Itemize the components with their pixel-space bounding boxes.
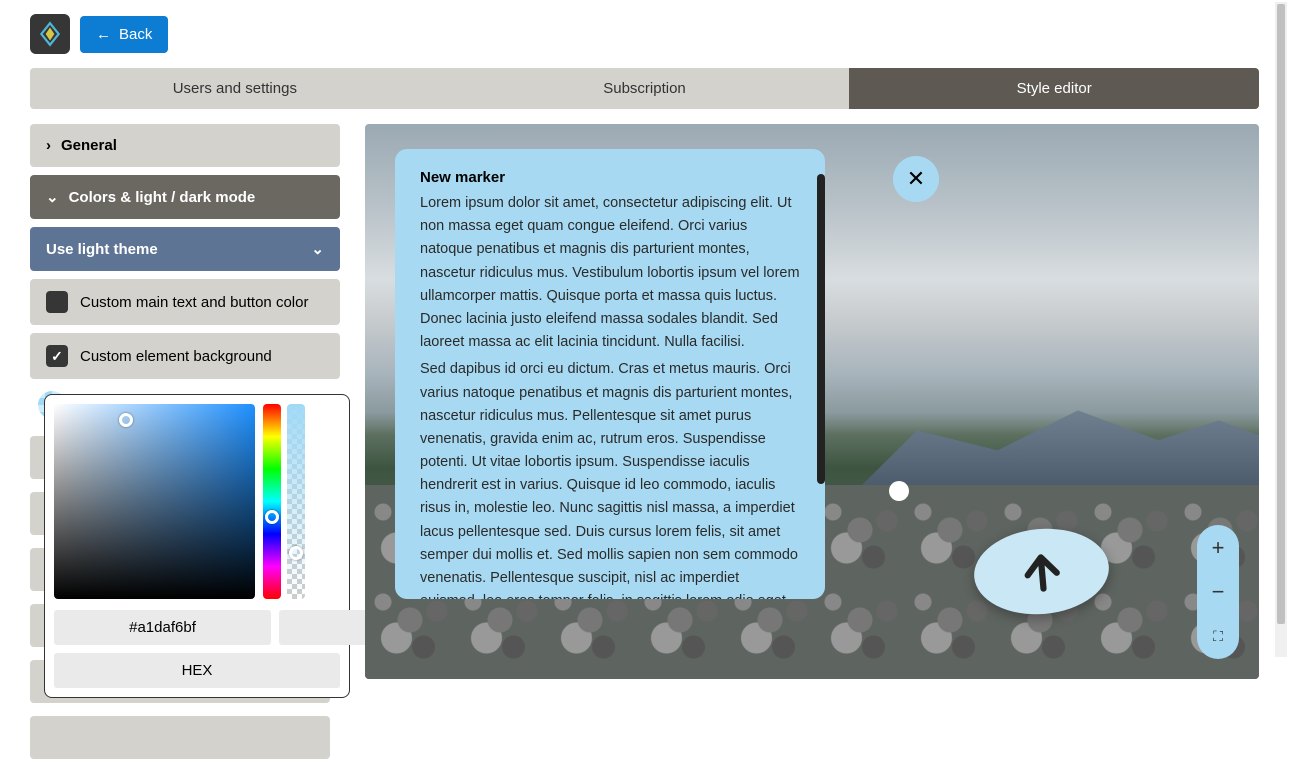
close-marker-button[interactable]: ✕	[893, 156, 939, 202]
back-label: Back	[119, 26, 152, 43]
chevron-down-icon: ⌄	[46, 188, 59, 206]
tab-users-settings[interactable]: Users and settings	[30, 68, 440, 109]
chevron-right-icon: ›	[46, 137, 51, 154]
plus-icon: +	[1212, 535, 1225, 561]
custom-element-bg-toggle[interactable]: Custom element background	[30, 333, 340, 379]
accordion-colors-label: Colors & light / dark mode	[69, 189, 256, 206]
color-format-toggle[interactable]: HEX	[54, 653, 340, 688]
fullscreen-icon: ⛶	[1213, 628, 1223, 645]
page-scrollbar[interactable]	[1275, 2, 1287, 657]
marker-title: New marker	[420, 169, 800, 186]
accordion-general[interactable]: › General	[30, 124, 340, 167]
checkbox-checked-icon	[46, 345, 68, 367]
saturation-panel[interactable]	[54, 404, 255, 599]
marker-scrollbar[interactable]	[817, 174, 825, 484]
zoom-controls: + − ⛶	[1197, 525, 1239, 659]
theme-select[interactable]: Use light theme ⌄	[30, 227, 340, 271]
custom-bg-label: Custom element background	[80, 348, 272, 365]
marker-pin-icon[interactable]	[889, 481, 909, 501]
tab-style-editor[interactable]: Style editor	[849, 68, 1259, 109]
tab-subscription[interactable]: Subscription	[440, 68, 850, 109]
back-arrow-icon: ←	[96, 26, 111, 43]
hue-slider[interactable]	[263, 404, 281, 599]
color-picker-popover: HEX	[44, 394, 350, 698]
logo-icon	[37, 21, 63, 47]
custom-text-color-toggle[interactable]: Custom main text and button color	[30, 279, 340, 325]
main-tabs: Users and settings Subscription Style ed…	[30, 68, 1259, 109]
close-icon: ✕	[907, 166, 925, 192]
alpha-cursor-icon	[289, 546, 303, 560]
marker-popup: New marker Lorem ipsum dolor sit amet, c…	[395, 149, 825, 599]
back-button[interactable]: ← Back	[80, 16, 168, 53]
style-preview-canvas: New marker Lorem ipsum dolor sit amet, c…	[365, 124, 1259, 679]
arrow-up-icon	[1014, 544, 1068, 598]
checkbox-unchecked-icon	[46, 291, 68, 313]
zoom-out-button[interactable]: −	[1203, 577, 1233, 607]
theme-select-value: Use light theme	[46, 241, 158, 258]
hex-input[interactable]	[54, 610, 271, 645]
chevron-down-icon: ⌄	[311, 240, 324, 258]
minus-icon: −	[1212, 579, 1225, 605]
preview-landscape	[857, 390, 1259, 490]
sidebar-row-hidden	[30, 716, 330, 759]
style-sidebar: › General ⌄ Colors & light / dark mode U…	[30, 124, 340, 759]
marker-body: Lorem ipsum dolor sit amet, consectetur …	[420, 192, 800, 599]
accordion-general-label: General	[61, 137, 117, 154]
fullscreen-button[interactable]: ⛶	[1203, 621, 1233, 651]
hue-cursor-icon	[265, 510, 279, 524]
custom-text-label: Custom main text and button color	[80, 294, 308, 311]
alpha-slider[interactable]	[287, 404, 305, 599]
saturation-cursor-icon	[119, 413, 133, 427]
header: ← Back	[0, 0, 1289, 68]
accordion-colors[interactable]: ⌄ Colors & light / dark mode	[30, 175, 340, 219]
zoom-in-button[interactable]: +	[1203, 533, 1233, 563]
app-logo	[30, 14, 70, 54]
